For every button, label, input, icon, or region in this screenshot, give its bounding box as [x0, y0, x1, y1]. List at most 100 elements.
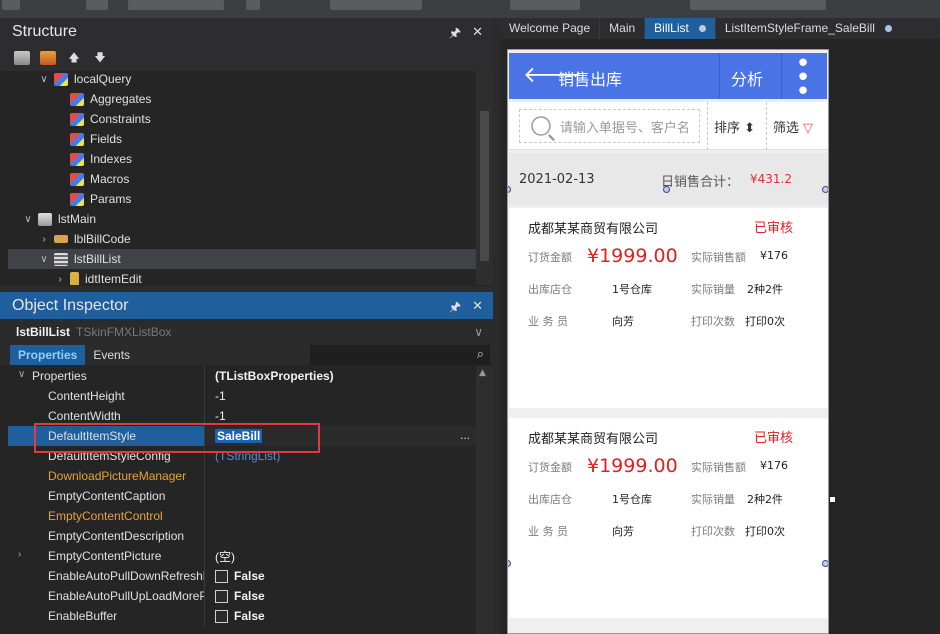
bill-search-input[interactable]: 请输入单据号、客户名: [519, 109, 700, 143]
tree-item[interactable]: ∨ localQuery: [8, 71, 476, 89]
expand-chevron-icon[interactable]: ∨: [38, 74, 50, 85]
pin-icon[interactable]: 🖈: [449, 24, 461, 46]
expand-chevron-icon[interactable]: ›: [18, 549, 21, 560]
document-tab[interactable]: Welcome Page: [500, 18, 601, 39]
checkbox[interactable]: [215, 609, 228, 623]
actual-sales-label: 实际销售额: [691, 461, 746, 474]
bill-card[interactable]: 成都某某商贸有限公司 已审核 订货金额 ¥1999.00 实际销售额 ¥176 出库店仓 1号…: [509, 208, 828, 408]
tree-item[interactable]: › idtItemEdit: [8, 269, 476, 285]
sort-button[interactable]: 排序 ⬍: [714, 117, 755, 136]
property-value[interactable]: (TStringList): [204, 446, 476, 466]
property-value[interactable]: -1: [204, 386, 476, 406]
component-selector[interactable]: lstBillList TSkinFMXListBox ∨: [0, 319, 493, 345]
modified-dot-icon[interactable]: [698, 25, 706, 33]
more-menu-icon[interactable]: • • •: [793, 51, 813, 105]
form-preview[interactable]: 🡐 销售出库 分析 • • • 请输入单据号、客户名 排序 ⬍ 筛选 ▽ 2021-0…: [507, 49, 829, 634]
property-value[interactable]: False: [204, 606, 476, 626]
scroll-up-icon[interactable]: ▲: [479, 368, 486, 378]
checkbox[interactable]: [215, 569, 228, 583]
tree-item[interactable]: › lblBillCode: [8, 229, 476, 249]
expand-chevron-icon[interactable]: ∨: [18, 369, 25, 380]
tree-item[interactable]: Aggregates: [8, 89, 476, 109]
order-amount: ¥1999.00: [587, 245, 678, 267]
property-row[interactable]: DownloadPictureManager: [8, 466, 476, 486]
property-value-editor[interactable]: SaleBill: [215, 429, 263, 443]
property-row[interactable]: ∨ Properties (TListBoxProperties): [8, 366, 476, 386]
property-row[interactable]: ContentHeight -1: [8, 386, 476, 406]
tab-properties[interactable]: Properties: [10, 345, 86, 365]
checkbox[interactable]: [215, 589, 228, 603]
property-row[interactable]: DefaultItemStyleConfig (TStringList): [8, 446, 476, 466]
arrow-up-icon[interactable]: 🡅: [66, 51, 82, 65]
property-search-input[interactable]: ⌕: [310, 345, 490, 365]
expand-chevron-icon[interactable]: ›: [38, 234, 50, 245]
selection-handle[interactable]: [822, 560, 828, 567]
structure-title-bar: Structure 🖈 ✕: [0, 18, 493, 45]
tab-events[interactable]: Events: [85, 345, 138, 365]
tree-item[interactable]: Fields: [8, 129, 476, 149]
tree-item[interactable]: Macros: [8, 169, 476, 189]
ellipsis-button[interactable]: ...: [460, 428, 470, 442]
filter-button[interactable]: 筛选 ▽: [773, 117, 813, 136]
selected-component-name: lstBillList: [16, 325, 71, 339]
cube-icon: [70, 92, 84, 106]
folder-remove-icon[interactable]: [40, 51, 56, 65]
property-row[interactable]: EnableBuffer False: [8, 606, 476, 626]
property-row[interactable]: EnableAutoPullUpLoadMoreP False: [8, 586, 476, 606]
search-placeholder: 请输入单据号、客户名: [559, 120, 690, 136]
filter-label: 筛选: [773, 121, 800, 136]
arrow-down-icon[interactable]: 🡇: [92, 51, 108, 65]
document-tab[interactable]: Main: [600, 18, 646, 39]
tree-item[interactable]: ∨ lstMain: [8, 209, 476, 229]
property-value[interactable]: [204, 506, 476, 526]
expand-chevron-icon[interactable]: ∨: [38, 254, 50, 265]
property-value[interactable]: [204, 486, 476, 506]
property-row[interactable]: › EmptyContentPicture (空): [8, 546, 476, 566]
expand-chevron-icon[interactable]: ›: [54, 274, 66, 285]
property-name-text: EmptyContentControl: [48, 509, 163, 523]
property-value-text: -1: [215, 389, 226, 403]
document-tab[interactable]: BillList: [645, 18, 716, 39]
property-row[interactable]: EnableAutoPullDownRefreshP False: [8, 566, 476, 586]
property-row[interactable]: ContentWidth -1: [8, 406, 476, 426]
structure-toolbar: 🡅 🡇: [0, 45, 493, 71]
expand-chevron-icon[interactable]: ∨: [22, 214, 34, 225]
divider: [707, 102, 708, 150]
property-value[interactable]: False: [204, 566, 476, 586]
tree-item[interactable]: Params: [8, 189, 476, 209]
selection-handle[interactable]: [822, 186, 828, 193]
property-value[interactable]: [204, 526, 476, 546]
selection-handle[interactable]: [663, 186, 670, 193]
pin-icon[interactable]: 🖈: [449, 298, 461, 320]
property-value[interactable]: -1: [204, 406, 476, 426]
structure-scrollbar[interactable]: [476, 71, 493, 285]
close-icon[interactable]: ✕: [472, 298, 483, 314]
tree-item-label: lstBillList: [74, 252, 121, 266]
property-value[interactable]: SaleBill...: [204, 426, 476, 446]
modified-dot-icon[interactable]: [884, 25, 892, 33]
property-row[interactable]: DefaultItemStyle SaleBill...: [8, 426, 476, 446]
tree-item[interactable]: ∨ lstBillList: [8, 249, 476, 269]
property-grid: ∨ Properties (TListBoxProperties) ContentHe…: [8, 366, 476, 634]
property-row[interactable]: EmptyContentCaption: [8, 486, 476, 506]
folder-icon[interactable]: [14, 51, 30, 65]
chevron-down-icon[interactable]: ∨: [474, 325, 483, 339]
tree-item[interactable]: Indexes: [8, 149, 476, 169]
property-value[interactable]: (TListBoxProperties): [204, 366, 476, 386]
resize-handle[interactable]: [829, 496, 836, 503]
property-value[interactable]: [204, 466, 476, 486]
property-row[interactable]: EmptyContentControl: [8, 506, 476, 526]
search-icon[interactable]: ⌕: [477, 347, 484, 362]
analysis-button[interactable]: 分析: [731, 66, 763, 90]
bill-card[interactable]: 成都某某商贸有限公司 已审核 订货金额 ¥1999.00 实际销售额 ¥176 出库店仓 1号…: [509, 418, 828, 618]
property-value[interactable]: (空): [204, 546, 476, 566]
close-icon[interactable]: ✕: [472, 24, 483, 40]
property-row[interactable]: EmptyContentDescription: [8, 526, 476, 546]
scrollbar-thumb[interactable]: [480, 111, 489, 261]
property-value[interactable]: False: [204, 586, 476, 606]
inspector-scrollbar[interactable]: ▲: [476, 366, 493, 634]
property-name-text: EmptyContentDescription: [48, 529, 185, 543]
tree-item[interactable]: Constraints: [8, 109, 476, 129]
property-name: EnableAutoPullDownRefreshP: [8, 569, 204, 583]
document-tab[interactable]: ListItemStyleFrame_SaleBill: [716, 18, 901, 39]
